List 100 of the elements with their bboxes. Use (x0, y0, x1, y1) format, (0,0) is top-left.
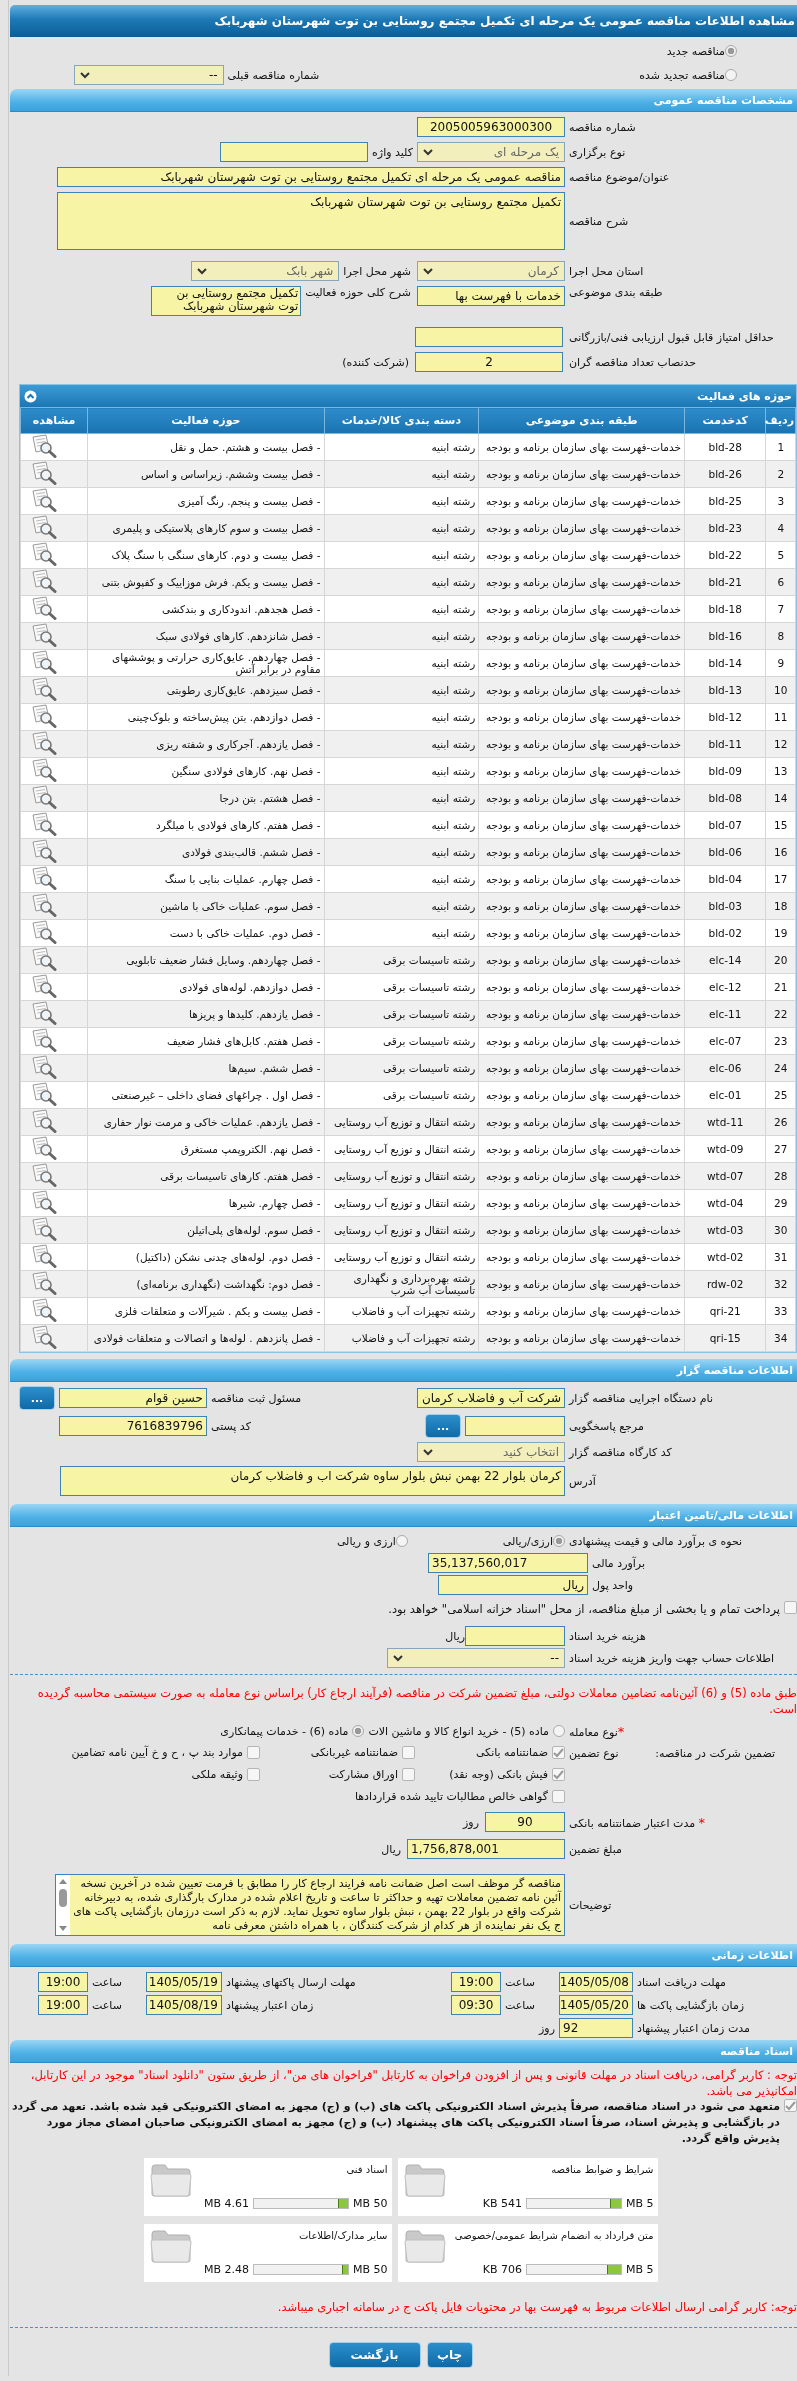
text-area[interactable]: تکمیل مجتمع روستایی بن توت شهرستان شهربابک (151, 286, 302, 316)
collapse-icon[interactable] (24, 389, 37, 403)
input-field[interactable]: حسین قوام (59, 1388, 207, 1408)
input-field[interactable]: خدمات با فهرست بها (417, 286, 565, 306)
input-field[interactable]: 19:00 (38, 1995, 88, 2015)
dropdown[interactable]: انتخاب کنید (417, 1442, 565, 1462)
checkbox[interactable] (784, 2099, 797, 2112)
magnifier-document-icon[interactable] (31, 650, 57, 674)
checkbox[interactable] (402, 1746, 415, 1759)
checkbox[interactable] (552, 1746, 565, 1759)
magnifier-document-icon[interactable] (31, 1244, 57, 1268)
magnifier-document-icon[interactable] (31, 893, 57, 917)
magnifier-document-icon[interactable] (31, 1163, 57, 1187)
size-label: 706 KB (482, 2263, 522, 2276)
magnifier-document-icon[interactable] (31, 1298, 57, 1322)
back-button[interactable]: بازگشت (328, 2342, 421, 2368)
checkbox[interactable] (552, 1790, 565, 1803)
input-field[interactable]: 1,756,878,001 (407, 1839, 565, 1859)
magnifier-document-icon[interactable] (31, 812, 57, 836)
input-field[interactable] (415, 327, 563, 347)
radio-button[interactable] (553, 1725, 565, 1737)
input-field[interactable]: 1405/05/20 (559, 1995, 633, 2015)
magnifier-document-icon[interactable] (31, 1217, 57, 1241)
input-field[interactable]: 2 (415, 352, 563, 372)
magnifier-document-icon[interactable] (31, 974, 57, 998)
input-field[interactable] (465, 1626, 565, 1646)
table-cell: - فصل چهارم. شیرها (87, 1189, 324, 1217)
table-cell: خدمات-فهرست بهای سازمان برنامه و بودجه (478, 757, 685, 785)
magnifier-document-icon[interactable] (31, 623, 57, 647)
input-field[interactable]: ریال (438, 1575, 588, 1595)
field-label: نوع برگزاری (569, 145, 626, 159)
magnifier-document-icon[interactable] (31, 1082, 57, 1106)
magnifier-document-icon[interactable] (31, 1001, 57, 1025)
magnifier-document-icon[interactable] (31, 920, 57, 944)
checkbox[interactable] (247, 1768, 260, 1781)
magnifier-document-icon[interactable] (31, 1028, 57, 1052)
magnifier-document-icon[interactable] (31, 515, 57, 539)
table-cell: - فصل نهم. کارهای فولادی سنگین (87, 757, 324, 785)
magnifier-document-icon[interactable] (31, 488, 57, 512)
input-field[interactable]: 92 (559, 2018, 633, 2038)
radio-button[interactable] (725, 45, 737, 57)
checkbox-label: گواهی خالص مطالبات تایید شده قراردادها (354, 1790, 548, 1803)
input-field[interactable]: 19:00 (451, 1972, 501, 1992)
magnifier-document-icon[interactable] (31, 839, 57, 863)
dropdown[interactable]: -- (73, 65, 224, 85)
magnifier-document-icon[interactable] (31, 1271, 57, 1295)
input-field[interactable] (220, 142, 369, 162)
radio-button[interactable] (553, 1535, 565, 1547)
table-cell: 13 (765, 757, 796, 785)
table-cell: خدمات-فهرست بهای سازمان برنامه و بودجه (478, 622, 685, 650)
text-area[interactable]: مناقصه گر موظف است اصل ضمانت نامه فرایند ارجاع کار را مطابق با فرمت تعیین شده در آخرین نسخه آئین نامه تضمین معاملات تهیه و حداکثر تا ساعت و تاریخ اعلام شده در مدارک بارگذاری شده، به دبیرخانه شرکت واقع در بلوار 22 بهمن ، نبش بلوار ساوه تحویل نماید. لازم به ذکر است درزمان بازگشایی پاکت های ج یک نفر نماینده از هر کدام از شرکت کنندگان ، با همراه داشتن معرفی نامه (55, 1874, 565, 1936)
magnifier-document-icon[interactable] (31, 677, 57, 701)
radio-button[interactable] (352, 1725, 365, 1737)
magnifier-document-icon[interactable] (31, 596, 57, 620)
magnifier-document-icon[interactable] (31, 569, 57, 593)
radio-button[interactable] (395, 1535, 408, 1547)
checkbox[interactable] (247, 1746, 260, 1759)
input-field[interactable]: مناقصه عمومی یک مرحله ای تکمیل مجتمع روستایی بن توت شهرستان شهربابک (57, 167, 565, 187)
magnifier-document-icon[interactable] (31, 704, 57, 728)
checkbox[interactable] (402, 1768, 415, 1781)
input-field[interactable]: شرکت آب و فاضلاب کرمان (417, 1388, 565, 1408)
magnifier-document-icon[interactable] (31, 1136, 57, 1160)
input-field[interactable]: 09:30 (451, 1995, 501, 2015)
magnifier-document-icon[interactable] (31, 866, 57, 890)
magnifier-document-icon[interactable] (31, 1190, 57, 1214)
magnifier-document-icon[interactable] (31, 1109, 57, 1133)
scrollbar-drawing[interactable] (56, 1875, 70, 1935)
dropdown[interactable]: -- (387, 1648, 565, 1668)
magnifier-document-icon[interactable] (31, 731, 57, 755)
checkbox[interactable] (552, 1768, 565, 1781)
magnifier-document-icon[interactable] (31, 1055, 57, 1079)
input-field[interactable]: 1405/05/08 (559, 1972, 633, 1992)
magnifier-document-icon[interactable] (31, 785, 57, 809)
print-button[interactable]: چاپ (426, 2342, 473, 2368)
input-field[interactable]: 90 (485, 1812, 565, 1832)
table-cell: 31 (765, 1243, 796, 1271)
input-field[interactable]: 19:00 (38, 1972, 88, 1992)
text-area[interactable]: کرمان بلوار 22 بهمن نبش بلوار ساوه شرکت اب و فاضلاب کرمان (60, 1466, 565, 1496)
dropdown[interactable]: یک مرحله ای (417, 142, 565, 162)
table-cell: رشته تجهیزات آب و فاضلاب (324, 1324, 479, 1352)
text-area[interactable]: تکمیل مجتمع روستایی بن توت شهرستان شهربابک (57, 192, 565, 250)
browse-button[interactable]: ... (19, 1386, 55, 1410)
magnifier-document-icon[interactable] (31, 542, 57, 566)
browse-button[interactable]: ... (425, 1414, 461, 1438)
input-field[interactable]: 1405/05/19 (146, 1972, 222, 1992)
input-field[interactable]: 35,137,560,017 (428, 1553, 588, 1573)
magnifier-document-icon[interactable] (31, 461, 57, 485)
input-field[interactable]: 7616839796 (59, 1416, 207, 1436)
input-field[interactable] (465, 1416, 565, 1436)
input-field[interactable]: 1405/08/19 (146, 1995, 222, 2015)
magnifier-document-icon[interactable] (31, 1325, 57, 1349)
input-field[interactable]: 2005005963000300 (417, 117, 565, 137)
table-cell: رشته ابنیه (324, 892, 479, 920)
dropdown[interactable]: شهر بابک (191, 261, 340, 281)
magnifier-document-icon[interactable] (31, 434, 57, 458)
dropdown[interactable]: کرمان (417, 261, 565, 281)
magnifier-document-icon[interactable] (31, 947, 57, 971)
radio-button[interactable] (725, 69, 737, 81)
magnifier-document-icon[interactable] (31, 758, 57, 782)
checkbox[interactable] (784, 1601, 797, 1614)
